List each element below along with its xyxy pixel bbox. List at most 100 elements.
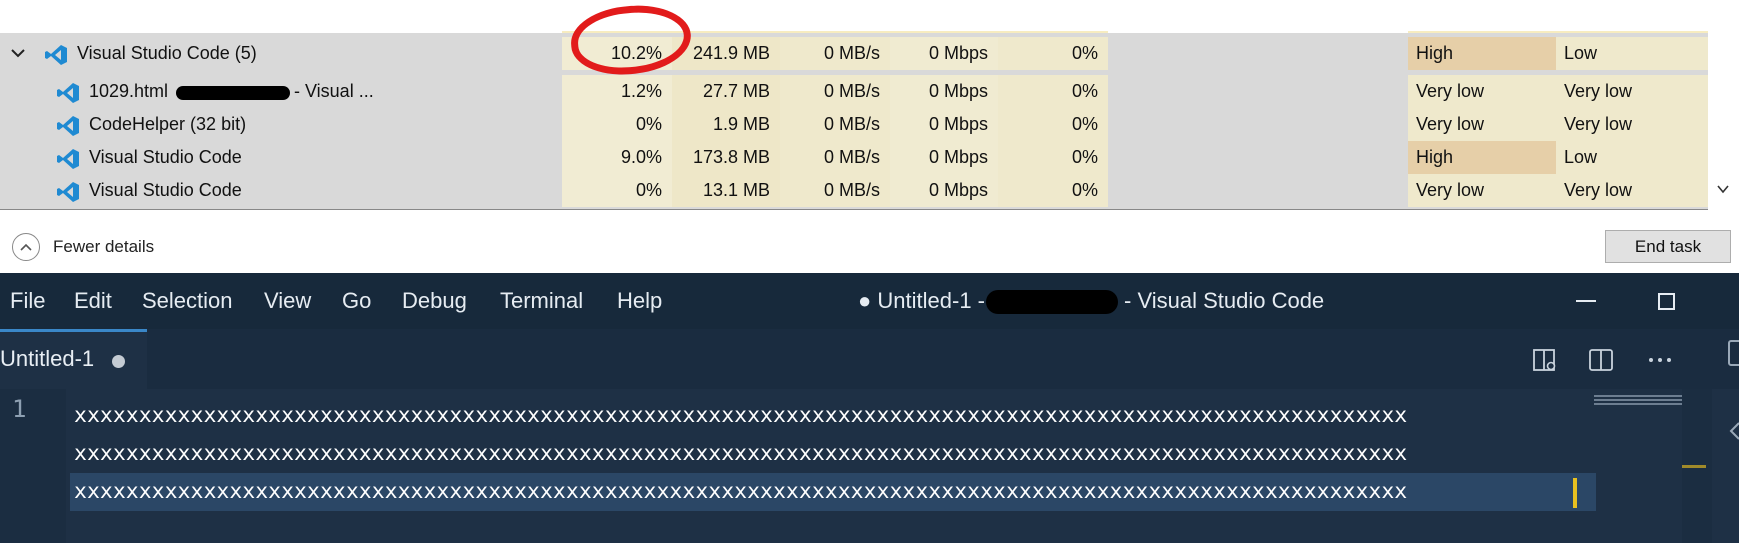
header-power[interactable] [1408, 0, 1556, 33]
memory-value: 27.7 MB [672, 75, 780, 108]
window-title-prefix: ● Untitled-1 - [858, 288, 985, 313]
table-row[interactable]: 1029.html - Visual ... 1.2% 27.7 MB 0 MB… [0, 75, 1708, 108]
process-name: Visual Studio Code (5) [77, 43, 257, 63]
vscode-icon [44, 43, 67, 65]
network-value: 0 Mbps [890, 141, 998, 174]
tab-bar: Untitled-1 [0, 329, 1739, 389]
cpu-value: 0% [562, 108, 672, 141]
gpu-value: 0% [998, 37, 1108, 70]
process-name-cell: Visual Studio Code (5) [0, 37, 562, 70]
gpu-value: 0% [998, 141, 1108, 174]
power-usage-value: Very low [1408, 174, 1556, 207]
power-trend-value: Very low [1556, 75, 1708, 108]
power-usage-value: High [1408, 141, 1556, 174]
fewer-details-toggle[interactable]: Fewer details [12, 232, 154, 262]
chevron-left-icon[interactable] [1728, 421, 1739, 447]
cpu-value: 9.0% [562, 141, 672, 174]
power-trend-value: Low [1556, 141, 1708, 174]
network-value: 0 Mbps [890, 37, 998, 70]
tab-label: Untitled-1 [0, 346, 95, 371]
window-title: ● Untitled-1 - [858, 273, 985, 329]
process-name: 1029.html [89, 81, 169, 101]
header-disk[interactable] [780, 0, 890, 33]
cpu-value: 0% [562, 174, 672, 207]
memory-value: 173.8 MB [672, 141, 780, 174]
process-table: Visual Studio Code (5) 10.2% 241.9 MB 0 … [0, 0, 1708, 210]
gpu-value: 0% [998, 174, 1108, 207]
menu-file[interactable]: File [10, 273, 45, 329]
table-row-group[interactable]: Visual Studio Code (5) 10.2% 241.9 MB 0 … [0, 37, 1708, 70]
process-name-cell: 1029.html - Visual ... [0, 75, 562, 108]
empty-cell [1108, 141, 1408, 174]
process-name: CodeHelper (32 bit) [89, 114, 247, 134]
table-row[interactable]: CodeHelper (32 bit) 0% 1.9 MB 0 MB/s 0 M… [0, 108, 1708, 141]
menu-debug[interactable]: Debug [402, 273, 467, 329]
table-row[interactable]: Visual Studio Code 0% 13.1 MB 0 MB/s 0 M… [0, 174, 1708, 207]
unsaved-dot-icon[interactable] [112, 355, 125, 368]
disk-value: 0 MB/s [780, 75, 890, 108]
gpu-value: 0% [998, 75, 1108, 108]
cpu-value: 1.2% [562, 75, 672, 108]
tab-untitled-1[interactable]: Untitled-1 [0, 329, 147, 389]
menu-terminal[interactable]: Terminal [500, 273, 583, 329]
process-name-cell: CodeHelper (32 bit) [0, 108, 562, 141]
menu-edit[interactable]: Edit [74, 273, 112, 329]
title-bar: File Edit Selection View Go Debug Termin… [0, 273, 1739, 329]
header-gpu[interactable] [998, 0, 1108, 33]
code-line[interactable]: xxxxxxxxxxxxxxxxxxxxxxxxxxxxxxxxxxxxxxxx… [74, 435, 1594, 473]
empty-cell [1108, 108, 1408, 141]
empty-cell [1108, 174, 1408, 207]
text-cursor [1573, 478, 1577, 508]
editor-area[interactable]: 1 xxxxxxxxxxxxxxxxxxxxxxxxxxxxxxxxxxxxxx… [0, 389, 1739, 543]
process-name-cell: Visual Studio Code [0, 141, 562, 174]
line-number: 1 [12, 395, 27, 423]
process-name: Visual Studio Code [89, 147, 242, 167]
power-trend-value: Very low [1556, 174, 1708, 207]
task-manager: Visual Studio Code (5) 10.2% 241.9 MB 0 … [0, 0, 1739, 273]
vscode-icon [56, 180, 79, 202]
split-editor-icon[interactable] [1586, 345, 1616, 375]
menu-go[interactable]: Go [342, 273, 371, 329]
header-cpu[interactable] [562, 0, 672, 33]
vscode-icon [56, 114, 79, 136]
code-line[interactable]: xxxxxxxxxxxxxxxxxxxxxxxxxxxxxxxxxxxxxxxx… [74, 397, 1594, 435]
header-power-trend[interactable] [1556, 0, 1708, 33]
table-divider [0, 209, 1708, 210]
table-header-strip [0, 0, 1708, 33]
menu-help[interactable]: Help [617, 273, 662, 329]
menu-view[interactable]: View [264, 273, 311, 329]
end-task-button[interactable]: End task [1605, 230, 1731, 263]
minimap[interactable] [1594, 395, 1682, 407]
gpu-value: 0% [998, 108, 1108, 141]
more-actions-icon[interactable] [1645, 345, 1675, 375]
disk-value: 0 MB/s [780, 37, 890, 70]
empty-cell [1108, 75, 1408, 108]
scrollbar-marker [1682, 465, 1706, 468]
edge-panel-icon[interactable] [1728, 333, 1739, 379]
disk-value: 0 MB/s [780, 141, 890, 174]
process-name-suffix: - Visual ... [294, 81, 374, 101]
vscode-window: File Edit Selection View Go Debug Termin… [0, 273, 1739, 543]
network-value: 0 Mbps [890, 75, 998, 108]
fewer-details-label: Fewer details [53, 237, 155, 256]
process-name-cell: Visual Studio Code [0, 174, 562, 207]
memory-value: 1.9 MB [672, 108, 780, 141]
header-memory[interactable] [672, 0, 780, 33]
disk-value: 0 MB/s [780, 108, 890, 141]
power-usage-value: Very low [1408, 108, 1556, 141]
network-value: 0 Mbps [890, 174, 998, 207]
line-number-gutter: 1 [0, 389, 66, 543]
open-preview-icon[interactable] [1530, 345, 1560, 375]
maximize-icon[interactable] [1636, 273, 1696, 329]
menu-selection[interactable]: Selection [142, 273, 233, 329]
scroll-down-icon[interactable] [1716, 182, 1730, 199]
power-trend-value: Low [1556, 37, 1708, 70]
chevron-up-icon [12, 233, 40, 261]
disk-value: 0 MB/s [780, 174, 890, 207]
header-network[interactable] [890, 0, 998, 33]
table-row[interactable]: Visual Studio Code 9.0% 173.8 MB 0 MB/s … [0, 141, 1708, 174]
code-line[interactable]: xxxxxxxxxxxxxxxxxxxxxxxxxxxxxxxxxxxxxxxx… [74, 473, 1594, 511]
network-value: 0 Mbps [890, 108, 998, 141]
minimize-icon[interactable] [1556, 273, 1616, 329]
cpu-value: 10.2% [562, 37, 672, 70]
